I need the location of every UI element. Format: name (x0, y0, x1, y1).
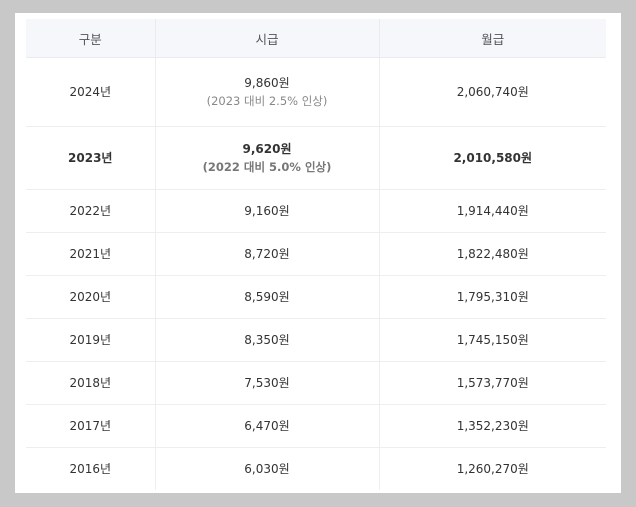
monthly-cell: 1,795,310원 (378, 275, 606, 319)
table-row: 2016년 6,030원 1,260,270원 (26, 447, 606, 490)
hourly-value: 9,860원 (244, 75, 290, 90)
hourly-cell: 8,590원 (154, 275, 379, 319)
hourly-cell: 7,530원 (154, 361, 379, 405)
header-category: 구분 (26, 19, 155, 58)
table-row: 2018년 7,530원 1,573,770원 (26, 361, 606, 405)
header-monthly: 월급 (378, 19, 606, 58)
hourly-cell: 6,030원 (154, 447, 379, 490)
monthly-cell: 1,745,150원 (378, 318, 606, 362)
monthly-cell: 1,573,770원 (378, 361, 606, 405)
monthly-cell: 1,352,230원 (378, 404, 606, 448)
table-row: 2017년 6,470원 1,352,230원 (26, 404, 606, 448)
hourly-cell: 9,860원 (2023 대비 2.5% 인상) (154, 57, 379, 127)
year-cell: 2023년 (26, 126, 155, 190)
table-body: 2024년 9,860원 (2023 대비 2.5% 인상) 2,060,740… (26, 57, 606, 490)
table-row: 2021년 8,720원 1,822,480원 (26, 232, 606, 276)
year-cell: 2018년 (26, 361, 155, 405)
table-row: 2019년 8,350원 1,745,150원 (26, 318, 606, 362)
hourly-value: 9,620원 (242, 141, 292, 156)
table-row: 2024년 9,860원 (2023 대비 2.5% 인상) 2,060,740… (26, 57, 606, 127)
header-hourly: 시급 (154, 19, 379, 58)
table-row-highlighted: 2023년 9,620원 (2022 대비 5.0% 인상) 2,010,580… (26, 126, 606, 190)
year-cell: 2017년 (26, 404, 155, 448)
year-cell: 2021년 (26, 232, 155, 276)
year-cell: 2024년 (26, 57, 155, 127)
year-cell: 2020년 (26, 275, 155, 319)
table-header: 구분 시급 월급 (26, 19, 606, 58)
hourly-cell: 8,350원 (154, 318, 379, 362)
year-cell: 2019년 (26, 318, 155, 362)
year-cell: 2016년 (69, 461, 112, 476)
monthly-cell: 2,060,740원 (378, 57, 606, 127)
table-row: 2022년 9,160원 1,914,440원 (26, 189, 606, 233)
increase-note: (2022 대비 5.0% 인상) (202, 159, 332, 174)
table-row: 2020년 8,590원 1,795,310원 (26, 275, 606, 319)
monthly-cell: 1,914,440원 (378, 189, 606, 233)
monthly-cell: 1,260,270원 (378, 447, 606, 490)
hourly-cell: 9,160원 (154, 189, 379, 233)
hourly-cell: 9,620원 (2022 대비 5.0% 인상) (154, 126, 379, 190)
year-cell: 2022년 (26, 189, 155, 233)
header-row: 구분 시급 월급 (26, 19, 606, 58)
monthly-cell: 1,822,480원 (378, 232, 606, 276)
content-panel: 구분 시급 월급 2024년 9,860원 (2023 대비 2.5% 인상) … (15, 13, 621, 493)
hourly-cell: 8,720원 (154, 232, 379, 276)
increase-note: (2023 대비 2.5% 인상) (206, 93, 328, 108)
hourly-cell: 6,470원 (154, 404, 379, 448)
monthly-cell: 2,010,580원 (378, 126, 606, 190)
minimum-wage-table: 구분 시급 월급 2024년 9,860원 (2023 대비 2.5% 인상) … (26, 19, 606, 490)
